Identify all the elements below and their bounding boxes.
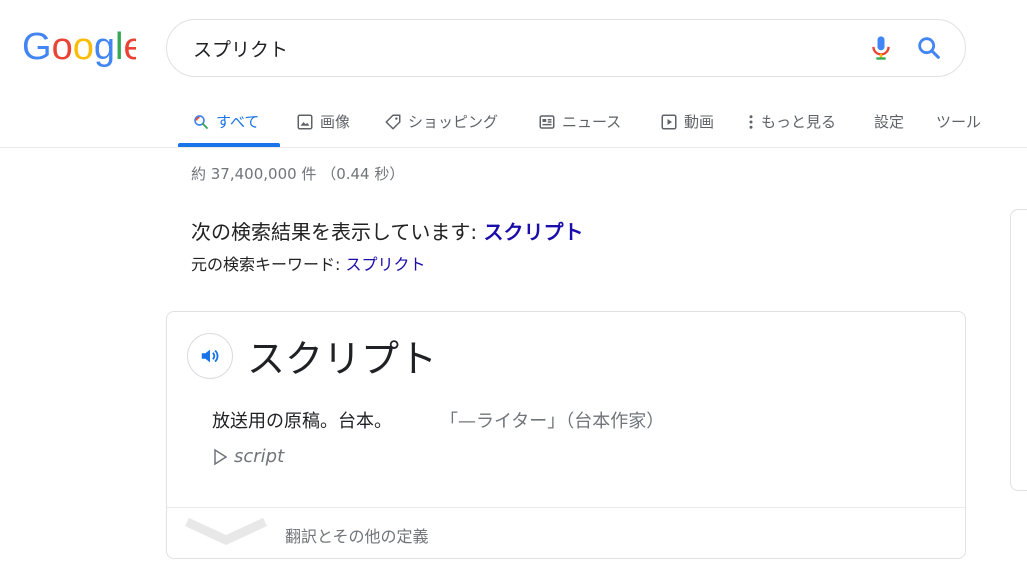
- tab-label: 画像: [320, 113, 351, 131]
- tab-label: もっと見る: [761, 113, 837, 131]
- google-logo[interactable]: Google: [22, 26, 136, 68]
- search-tabs: すべて 画像 ショッピング ニュース 動画 もっと見る 設定 ツール: [0, 96, 1027, 148]
- tab-label: ニュース: [562, 113, 622, 131]
- tab-label: すべて: [216, 113, 260, 131]
- active-tab-indicator: [178, 143, 280, 147]
- chevron-down-icon: [185, 517, 267, 545]
- speaker-icon: [201, 349, 219, 363]
- showing-results-for: 次の検索結果を表示しています: スクリプト: [191, 216, 584, 245]
- tab-all[interactable]: すべて: [192, 96, 259, 147]
- etymology-word: script: [234, 446, 285, 467]
- tab-settings[interactable]: 設定: [874, 96, 904, 147]
- magnifier-icon[interactable]: [915, 34, 943, 62]
- logo-letter-2: o: [52, 26, 73, 68]
- search-box[interactable]: [166, 19, 966, 77]
- logo-letter-6: e: [123, 26, 136, 68]
- logo-letter-4: g: [94, 26, 115, 68]
- news-icon: [539, 114, 555, 129]
- expand-label: 翻訳とその他の定義: [285, 527, 429, 546]
- tab-images[interactable]: 画像: [296, 96, 350, 147]
- search-input[interactable]: [193, 20, 833, 76]
- mic-icon[interactable]: [867, 34, 895, 62]
- tab-more[interactable]: もっと見る: [745, 96, 836, 147]
- showing-prefix: 次の検索結果を表示しています:: [191, 220, 484, 244]
- tab-shopping[interactable]: ショッピング: [384, 96, 498, 147]
- image-icon: [297, 114, 313, 129]
- dictionary-word: スクリプト: [247, 337, 438, 381]
- corrected-query-link[interactable]: スクリプト: [484, 220, 584, 244]
- knowledge-panel-edge: [1010, 209, 1027, 491]
- svg-text:Google: Google: [22, 26, 136, 68]
- tab-news[interactable]: ニュース: [538, 96, 621, 147]
- definition-text: 放送用の原稿。台本。: [212, 411, 392, 432]
- play-icon: [661, 114, 677, 129]
- search-icon: [194, 114, 208, 129]
- more-vert-icon: [749, 114, 753, 129]
- triangle-right-icon: [214, 448, 228, 465]
- dictionary-card: スクリプト 放送用の原稿。台本。 「—ライター」（台本作家） script 翻訳…: [166, 311, 966, 559]
- original-prefix: 元の検索キーワード:: [191, 255, 346, 274]
- tab-label: 設定: [874, 113, 905, 131]
- original-query-link[interactable]: スプリクト: [345, 255, 425, 274]
- tab-tools[interactable]: ツール: [936, 96, 981, 147]
- result-stats: 約 37,400,000 件 （0.44 秒）: [191, 165, 405, 183]
- tab-label: ツール: [936, 113, 982, 131]
- expand-definitions-button[interactable]: 翻訳とその他の定義: [167, 508, 965, 558]
- tab-label: 動画: [684, 113, 715, 131]
- tab-videos[interactable]: 動画: [660, 96, 714, 147]
- logo-letter-1: G: [22, 26, 52, 68]
- logo-letter-3: o: [73, 26, 94, 68]
- etymology[interactable]: script: [212, 446, 284, 467]
- logo-letter-5: l: [115, 26, 123, 68]
- original-query: 元の検索キーワード: スプリクト: [191, 251, 426, 275]
- tab-label: ショッピング: [408, 113, 499, 131]
- pronunciation-button[interactable]: [187, 333, 233, 379]
- tag-icon: [385, 114, 401, 129]
- usage-example: 「—ライター」（台本作家）: [440, 411, 665, 432]
